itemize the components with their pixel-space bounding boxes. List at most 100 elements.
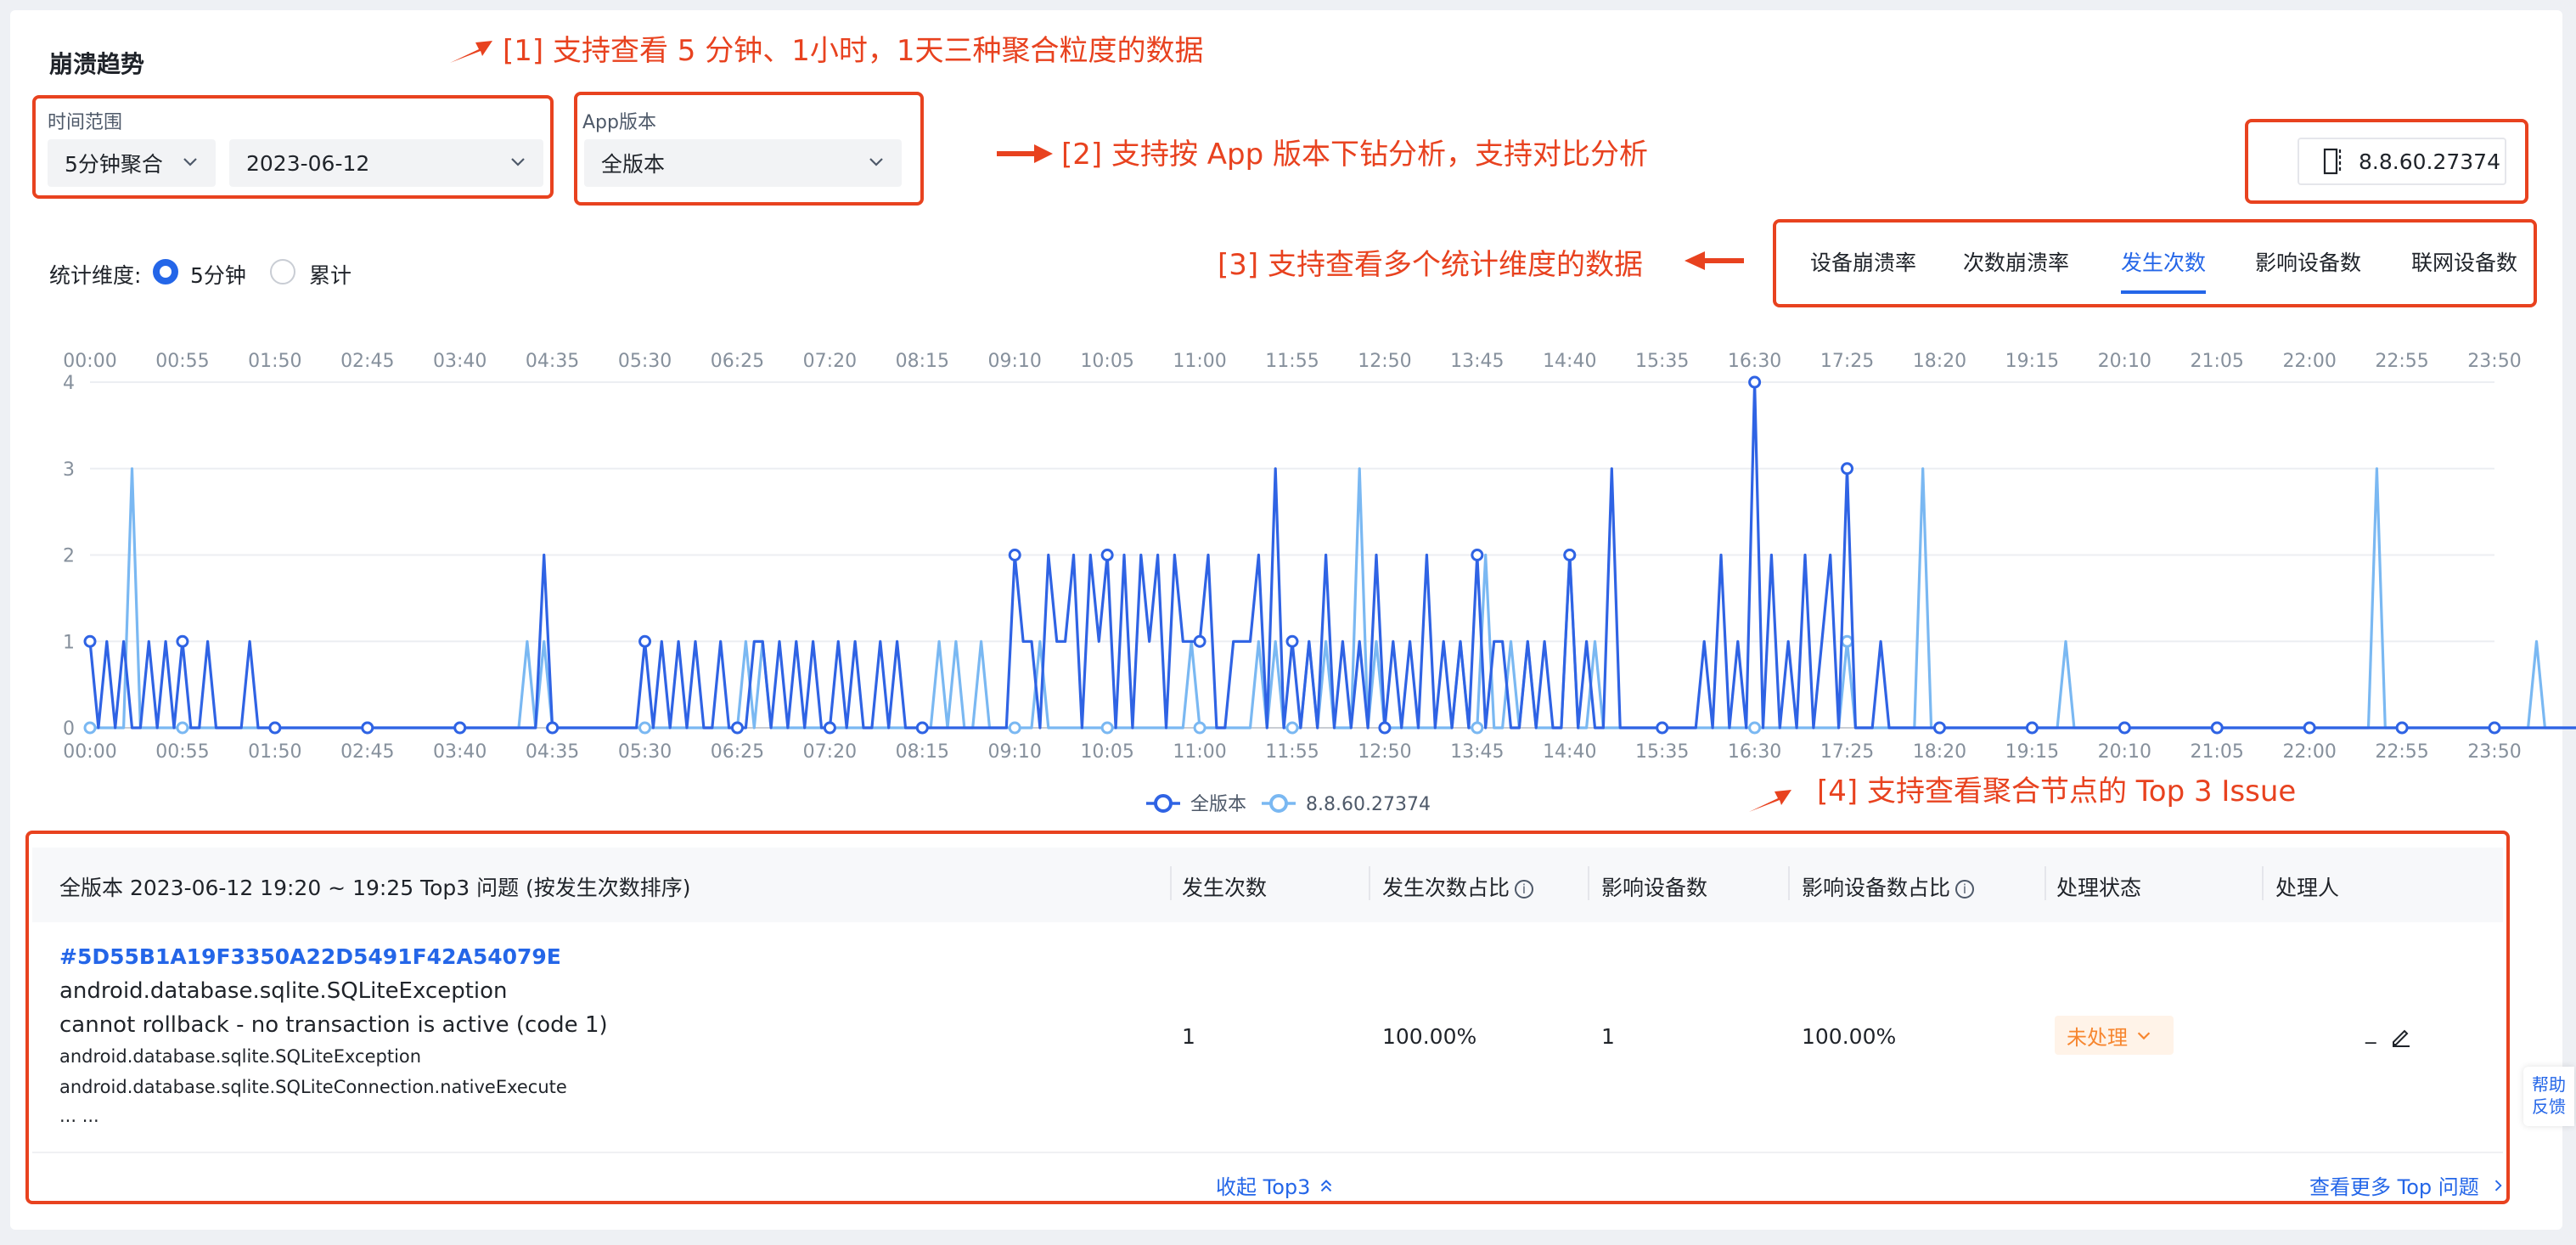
x-tick-label-bottom: 01:50 [248, 741, 301, 763]
issue-count-ratio: 100.00% [1382, 1024, 1477, 1049]
x-tick-label-top: 11:00 [1173, 351, 1226, 372]
double-chevron-up-icon [1321, 1179, 1332, 1191]
issue-id-link[interactable]: #5D55B1A19F3350A22D5491F42A54079E [59, 944, 561, 969]
x-tick-label-top: 08:15 [896, 351, 949, 372]
x-tick-label-bottom: 09:10 [988, 741, 1042, 763]
issue-stack-line: android.database.sqlite.SQLiteException [59, 1046, 422, 1067]
x-tick-label-top: 15:35 [1635, 351, 1689, 372]
x-tick-label-top: 12:50 [1358, 351, 1411, 372]
x-tick-label-bottom: 10:05 [1080, 741, 1133, 763]
issue-status-select[interactable]: 未处理 [2055, 1016, 2174, 1055]
data-point [1656, 721, 1669, 735]
data-point [361, 721, 374, 735]
feedback-label: 反馈 [2532, 1096, 2566, 1117]
x-tick-label-bottom: 14:40 [1543, 741, 1596, 763]
x-tick-label-top: 18:20 [1913, 351, 1966, 372]
annotation-2: [2] 支持按 App 版本下钻分析，支持对比分析 [1061, 138, 1649, 172]
edit-icon[interactable] [2389, 1024, 2413, 1048]
chevron-down-icon [869, 158, 883, 166]
crash-trend-chart[interactable]: 0123400:0000:0000:5500:5501:5001:5002:45… [0, 331, 2576, 824]
x-tick-label-top: 22:00 [2282, 351, 2336, 372]
data-point [2118, 721, 2131, 735]
data-point [1008, 721, 1021, 735]
compare-version-value: 8.8.60.27374 [2359, 149, 2500, 174]
x-tick-label-top: 10:05 [1080, 351, 1133, 372]
view-more-top-label: 查看更多 Top 问题 [2309, 1175, 2479, 1199]
y-tick-label: 4 [63, 373, 75, 394]
data-point [1100, 721, 1114, 735]
compare-icon [2323, 148, 2342, 175]
x-tick-label-top: 20:10 [2098, 351, 2151, 372]
issue-devices-ratio: 100.00% [1802, 1024, 1897, 1049]
x-tick-label-bottom: 23:50 [2467, 741, 2521, 763]
data-point [1378, 721, 1392, 735]
issue-message: cannot rollback - no transaction is acti… [59, 1012, 608, 1038]
tab-device-crash-rate[interactable]: 设备崩溃率 [1810, 246, 1916, 277]
legend-label: 全版本 [1190, 794, 1246, 815]
x-tick-label-top: 07:20 [803, 351, 857, 372]
y-tick-label: 3 [63, 459, 75, 481]
col-devices-ratio: 影响设备数占比 i [1802, 871, 1975, 902]
app-version-value: 全版本 [601, 152, 666, 177]
col-count: 发生次数 [1182, 876, 1268, 900]
x-tick-label-bottom: 05:30 [618, 741, 672, 763]
col-handler: 处理人 [2275, 876, 2340, 900]
radio-5min[interactable] [153, 259, 178, 284]
granularity-select[interactable]: 5分钟聚合 [48, 139, 216, 187]
view-more-top-button[interactable]: 查看更多 Top 问题 [2309, 1170, 2506, 1200]
y-tick-label: 2 [63, 546, 75, 567]
info-icon[interactable]: i [1955, 880, 1975, 899]
issue-stack-more: ... ... [59, 1106, 99, 1126]
annotation-4: [4] 支持查看聚合节点的 Top 3 Issue [1817, 775, 2297, 808]
col-devices-ratio-label: 影响设备数占比 [1802, 876, 1951, 900]
tab-online-devices[interactable]: 联网设备数 [2411, 246, 2517, 277]
date-picker[interactable]: 2023-06-12 [229, 139, 543, 187]
granularity-value: 5分钟聚合 [65, 152, 163, 177]
chevron-down-icon [183, 158, 197, 166]
legend-marker [1269, 794, 1288, 813]
data-point [1471, 721, 1484, 735]
tab-occurrences[interactable]: 发生次数 [2121, 246, 2206, 277]
data-point [83, 634, 97, 648]
radio-cumulative[interactable] [270, 259, 295, 284]
x-tick-label-bottom: 17:25 [1820, 741, 1874, 763]
x-tick-label-top: 16:30 [1728, 351, 1781, 372]
chevron-down-icon [2137, 1032, 2151, 1040]
data-point [2488, 721, 2501, 735]
issue-handler: _ [2365, 1019, 2376, 1044]
tab-affected-devices[interactable]: 影响设备数 [2255, 246, 2361, 277]
app-version-select[interactable]: 全版本 [584, 139, 902, 187]
data-point [1193, 634, 1206, 648]
compare-version-select[interactable]: 8.8.60.27374 [2298, 138, 2506, 185]
data-point [1285, 634, 1299, 648]
x-tick-label-top: 01:50 [248, 351, 301, 372]
annotation-arrow-2 [997, 144, 1053, 163]
time-range-label: 时间范围 [48, 112, 123, 133]
app-version-label: App版本 [582, 112, 656, 133]
data-point [1471, 549, 1484, 561]
data-point [1100, 549, 1114, 561]
x-tick-label-bottom: 16:30 [1728, 741, 1781, 763]
data-point [2395, 721, 2409, 735]
collapse-top3-button[interactable]: 收起 Top3 [1216, 1170, 1336, 1200]
annotation-1: [1] 支持查看 5 分钟、1小时，1天三种聚合粒度的数据 [503, 34, 1204, 68]
x-tick-label-top: 19:15 [2005, 351, 2059, 372]
issue-count: 1 [1182, 1024, 1195, 1049]
radio-5min-label: 5分钟 [190, 263, 246, 288]
table-header-title: 全版本 2023-06-12 19:20 ~ 19:25 Top3 问题 (按发… [59, 876, 691, 900]
info-icon[interactable]: i [1515, 880, 1534, 899]
data-point [823, 721, 836, 735]
x-tick-label-bottom: 04:35 [526, 741, 579, 763]
x-tick-label-top: 11:55 [1265, 351, 1319, 372]
data-point [546, 721, 560, 735]
data-point [1563, 549, 1577, 561]
data-point [1193, 721, 1206, 735]
x-tick-label-bottom: 20:10 [2098, 741, 2151, 763]
help-feedback-button[interactable]: 帮助 反馈 [2523, 1067, 2574, 1126]
tab-count-crash-rate[interactable]: 次数崩溃率 [1963, 246, 2069, 277]
x-tick-label-top: 04:35 [526, 351, 579, 372]
data-point [2025, 721, 2039, 735]
data-point [268, 721, 282, 735]
data-point [730, 721, 744, 735]
col-devices: 影响设备数 [1601, 876, 1708, 900]
